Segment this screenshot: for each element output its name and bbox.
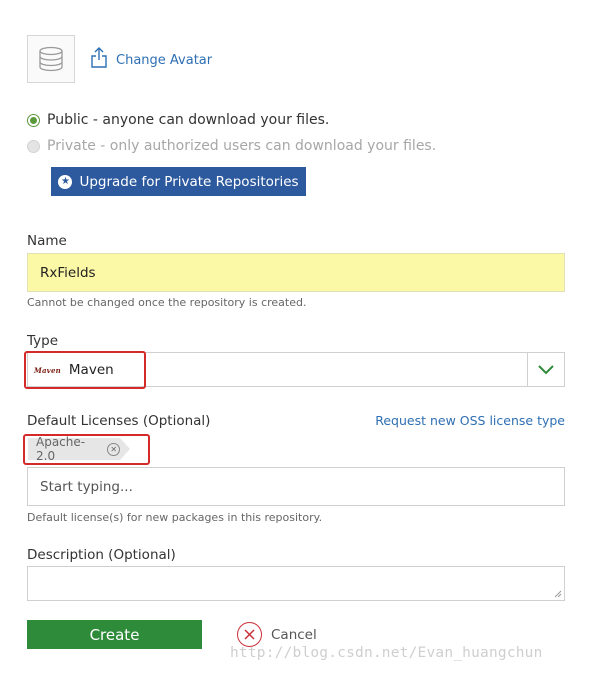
private-radio: [27, 139, 40, 153]
chevron-down-icon: [538, 364, 554, 374]
resize-grip-icon[interactable]: [554, 590, 562, 598]
database-icon: [39, 46, 63, 72]
request-license-link[interactable]: Request new OSS license type: [375, 413, 565, 428]
type-highlight: [24, 351, 146, 389]
private-option: Private - only authorized users can down…: [27, 138, 436, 154]
change-avatar-link[interactable]: Change Avatar: [90, 47, 212, 69]
name-value: RxFields: [40, 264, 96, 281]
star-icon: ★: [58, 174, 73, 189]
avatar: [27, 35, 75, 83]
public-radio[interactable]: [27, 113, 40, 127]
create-button[interactable]: Create: [27, 620, 202, 649]
cancel-label: Cancel: [271, 626, 317, 643]
licenses-hint: Default license(s) for new packages in t…: [27, 511, 323, 524]
license-input[interactable]: Start typing...: [27, 467, 565, 506]
public-label: Public - anyone can download your files.: [47, 112, 330, 128]
watermark: http://blog.csdn.net/Evan_huangchun: [230, 645, 543, 661]
cancel-button[interactable]: Cancel: [237, 622, 317, 647]
change-avatar-label: Change Avatar: [116, 53, 213, 68]
close-icon: [237, 622, 262, 647]
upgrade-label: Upgrade for Private Repositories: [79, 173, 299, 190]
public-option[interactable]: Public - anyone can download your files.: [27, 112, 329, 128]
name-label: Name: [27, 233, 67, 249]
type-label: Type: [27, 333, 59, 349]
licenses-label: Default Licenses (Optional): [27, 413, 211, 429]
description-label: Description (Optional): [27, 547, 176, 563]
upload-icon: [91, 47, 107, 68]
create-label: Create: [89, 625, 140, 644]
type-dropdown-toggle[interactable]: [527, 353, 564, 386]
name-hint: Cannot be changed once the repository is…: [27, 296, 307, 309]
upgrade-button[interactable]: ★ Upgrade for Private Repositories: [51, 167, 306, 196]
name-input[interactable]: RxFields: [27, 253, 565, 292]
description-textarea[interactable]: [27, 566, 565, 601]
private-label: Private - only authorized users can down…: [47, 138, 437, 154]
license-placeholder: Start typing...: [40, 478, 133, 495]
license-highlight: [23, 434, 150, 465]
